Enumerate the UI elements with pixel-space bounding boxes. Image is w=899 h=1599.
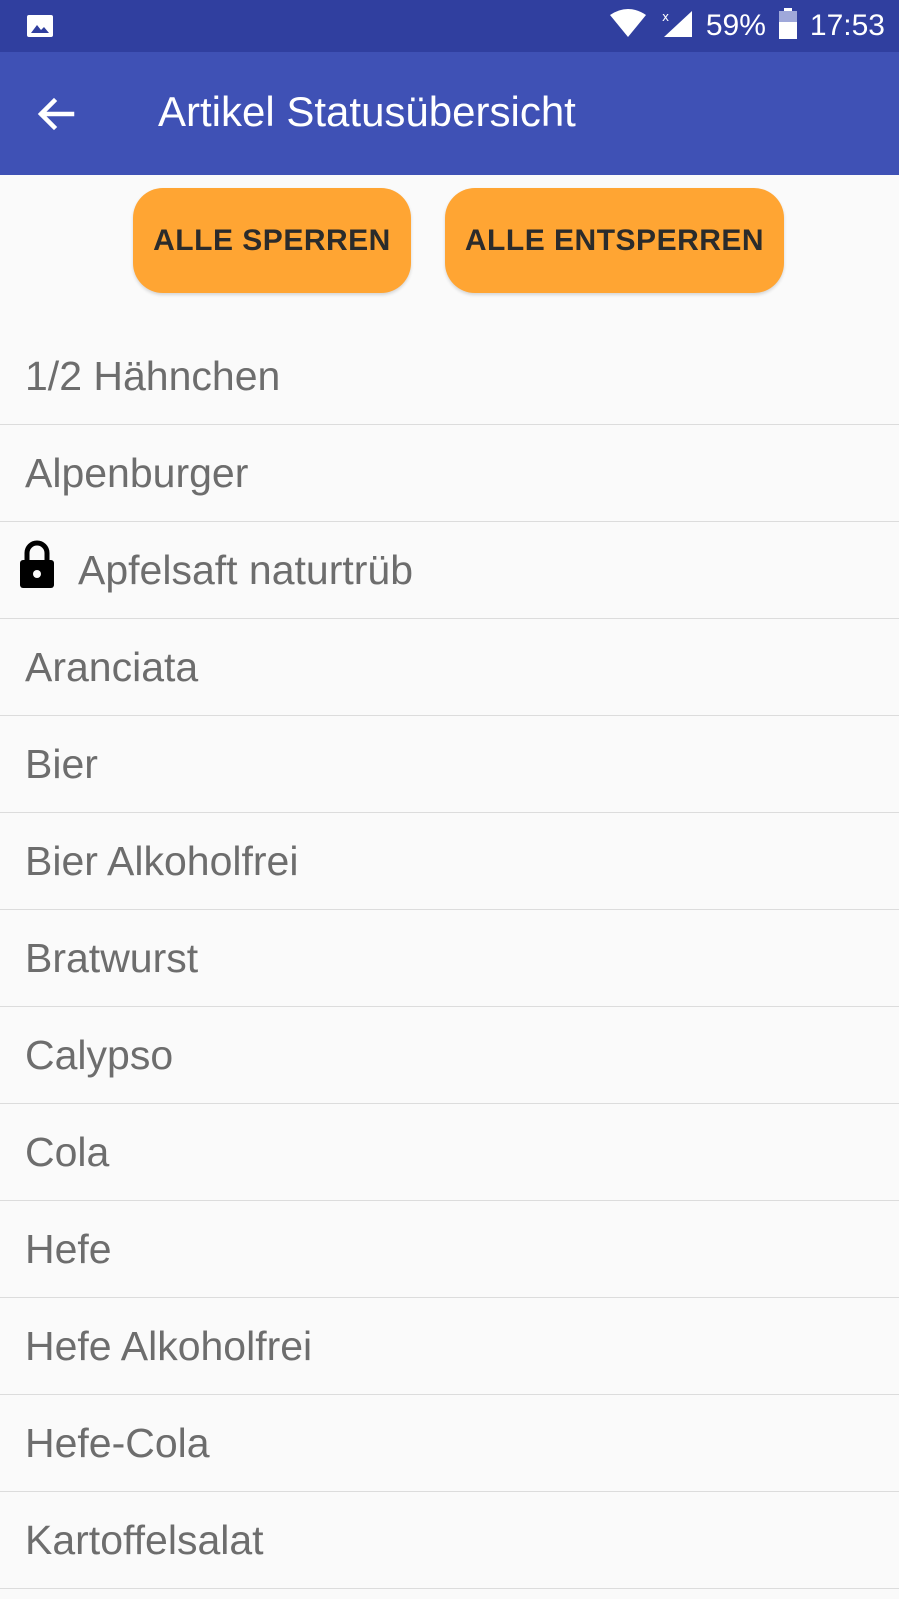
list-item[interactable]: Bratwurst — [0, 910, 899, 1007]
list-item-label: Kartoffelsalat — [25, 1516, 264, 1563]
clock: 17:53 — [809, 9, 885, 42]
lock-icon — [18, 540, 56, 590]
list-item[interactable]: 1/2 Hähnchen — [0, 328, 899, 425]
list-item-label: Hefe Alkoholfrei — [25, 1322, 313, 1369]
lock-all-button[interactable]: ALLE SPERREN — [133, 188, 411, 293]
list-item[interactable]: Cola — [0, 1104, 899, 1201]
list-item[interactable]: Kartoffelsalat — [0, 1492, 899, 1589]
list-item-label: Hefe-Cola — [25, 1419, 210, 1466]
list-item-label: Alpenburger — [25, 449, 249, 496]
list-item[interactable]: Aranciata — [0, 619, 899, 716]
list-item[interactable]: Hefe-Cola — [0, 1395, 899, 1492]
status-bar: x 59% 17:53 — [0, 0, 899, 52]
image-icon — [26, 12, 54, 45]
list-item-label: Aranciata — [25, 643, 199, 690]
list-item[interactable]: Apfelsaft naturtrüb — [0, 522, 899, 619]
list-item[interactable]: Alpenburger — [0, 425, 899, 522]
page-title: Artikel Statusübersicht — [158, 88, 576, 135]
wifi-icon — [608, 8, 648, 44]
list-item-label: Bier — [25, 740, 98, 787]
list-item-label: Hefe — [25, 1225, 112, 1272]
unlock-all-button[interactable]: ALLE ENTSPERREN — [445, 188, 784, 293]
list-item-label: Cola — [25, 1128, 110, 1175]
list-item[interactable]: Hefe Alkoholfrei — [0, 1298, 899, 1395]
list-item-label: Calypso — [25, 1031, 174, 1078]
list-item-label: Bratwurst — [25, 934, 199, 981]
list-item-label: Bier Alkoholfrei — [25, 837, 299, 884]
app-bar: Artikel Statusübersicht — [0, 52, 899, 175]
svg-text:x: x — [662, 10, 669, 24]
list-item[interactable]: Bier — [0, 716, 899, 813]
battery-percent: 59% — [705, 9, 766, 42]
list-item[interactable]: Calypso — [0, 1007, 899, 1104]
article-list: 1/2 Hähnchen Alpenburger Apfelsaft naturtr… — [0, 328, 899, 1589]
list-item-label: Apfelsaft naturtrüb — [78, 546, 414, 593]
signal-icon: x — [660, 9, 694, 44]
back-arrow-icon[interactable] — [32, 90, 80, 138]
list-item[interactable]: Hefe — [0, 1201, 899, 1298]
list-item[interactable]: Bier Alkoholfrei — [0, 813, 899, 910]
list-item-label: 1/2 Hähnchen — [25, 352, 281, 399]
battery-icon — [778, 7, 798, 45]
